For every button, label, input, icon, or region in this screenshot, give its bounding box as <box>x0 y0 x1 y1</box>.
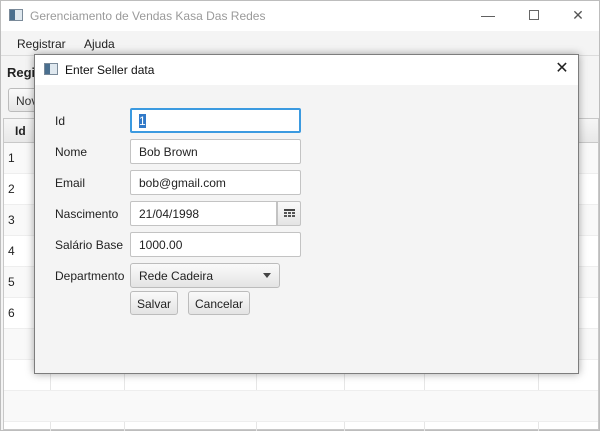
row-id: 4 <box>8 244 15 258</box>
department-select[interactable]: Rede Cadeira <box>130 263 280 288</box>
window-titlebar: Gerenciamento de Vendas Kasa Das Redes —… <box>1 1 599 31</box>
dialog-title: Enter Seller data <box>65 63 155 77</box>
calendar-icon <box>284 209 295 217</box>
date-picker-button[interactable] <box>277 201 301 226</box>
row-id: 3 <box>8 213 15 227</box>
app-icon <box>9 9 23 21</box>
maximize-button[interactable] <box>511 1 557 31</box>
seller-dialog: Enter Seller data ✕ Id 1 Nome Bob Brown … <box>34 54 579 374</box>
row-id: 5 <box>8 275 15 289</box>
dialog-titlebar: Enter Seller data ✕ <box>35 55 578 85</box>
name-field[interactable]: Bob Brown <box>130 139 301 164</box>
base-salary-field[interactable]: 1000.00 <box>130 232 301 257</box>
department-selected-value: Rede Cadeira <box>139 269 214 283</box>
id-value: 1 <box>139 114 146 128</box>
label-base-salary: Salário Base <box>55 238 124 252</box>
menu-registrar[interactable]: Registrar <box>17 37 66 51</box>
minimize-button[interactable]: — <box>465 1 511 31</box>
page-title: Regi <box>7 65 36 80</box>
close-window-button[interactable]: ✕ <box>555 1 600 31</box>
row-id: 6 <box>8 306 15 320</box>
dialog-app-icon <box>44 63 58 75</box>
label-department: Departmento <box>55 269 125 283</box>
cancel-button[interactable]: Cancelar <box>188 291 250 315</box>
row-id: 2 <box>8 182 15 196</box>
window-title: Gerenciamento de Vendas Kasa Das Redes <box>30 9 266 23</box>
chevron-down-icon <box>263 273 271 278</box>
table-row-empty <box>4 391 598 422</box>
column-header-id[interactable]: Id <box>15 124 26 138</box>
save-button[interactable]: Salvar <box>130 291 178 315</box>
label-name: Nome <box>55 145 88 159</box>
row-id: 1 <box>8 151 15 165</box>
label-id: Id <box>55 114 66 128</box>
label-birth-date: Nascimento <box>55 207 119 221</box>
birth-date-field[interactable]: 21/04/1998 <box>130 201 277 226</box>
id-field[interactable]: 1 <box>130 108 301 133</box>
menu-bar: Registrar Ajuda <box>1 32 599 56</box>
email-field[interactable]: bob@gmail.com <box>130 170 301 195</box>
maximize-icon <box>529 10 539 20</box>
label-email: Email <box>55 176 86 190</box>
dialog-close-button[interactable]: ✕ <box>547 58 577 82</box>
menu-ajuda[interactable]: Ajuda <box>84 37 115 51</box>
